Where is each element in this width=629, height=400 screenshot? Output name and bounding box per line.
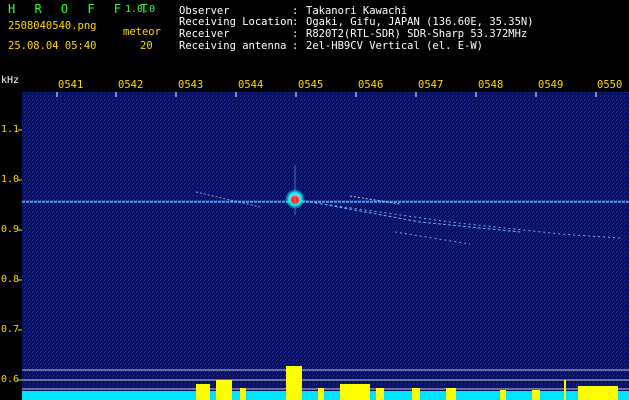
info-separator: :	[292, 5, 299, 17]
image-filename: 2508040540.png	[8, 20, 97, 32]
spectrogram	[18, 92, 629, 400]
info-key-antenna: Receiving antenna	[179, 40, 287, 52]
y-axis-unit: kHz	[1, 75, 20, 86]
freq-tick-label: 1.1	[1, 124, 20, 135]
time-tick-label: 0544	[238, 79, 264, 91]
freq-tick-label: 0.9	[1, 224, 20, 235]
info-value-observer: Takanori Kawachi	[306, 5, 408, 17]
freq-tick-label: 0.8	[1, 274, 20, 285]
freq-tick-label: 1.0	[1, 174, 20, 185]
info-separator: :	[292, 28, 299, 40]
time-tick-label: 0546	[358, 79, 384, 91]
info-separator: :	[292, 40, 299, 52]
time-tick-label: 0549	[538, 79, 564, 91]
info-key-receiver: Receiver	[179, 28, 230, 40]
time-tick-label: 0550	[597, 79, 623, 91]
info-separator: :	[292, 16, 299, 28]
timestamp: 25.08.04 05:40	[8, 40, 97, 52]
info-value-antenna: 2el-HB9CV Vertical (el. E-W)	[306, 40, 484, 52]
spectrogram-background	[22, 92, 629, 400]
info-key-observer: Observer	[179, 5, 230, 17]
time-tick-label: 0547	[418, 79, 444, 91]
time-tick-label: 0541	[58, 79, 84, 91]
freq-tick-label: 0.6	[1, 374, 20, 385]
freq-tick-label: 0.7	[1, 324, 20, 335]
mode-label: meteor	[123, 26, 161, 38]
info-value-receiver: R820T2(RTL-SDR) SDR-Sharp 53.372MHz	[306, 28, 528, 40]
time-tick-label: 0542	[118, 79, 144, 91]
time-tick-label: 0548	[478, 79, 504, 91]
time-tick-label: 0543	[178, 79, 204, 91]
info-value-location: Ogaki, Gifu, JAPAN (136.60E, 35.35N)	[306, 16, 534, 28]
app-version: 1.0.0	[125, 4, 156, 15]
echo-count: 20	[140, 40, 153, 52]
time-tick-label: 0545	[298, 79, 324, 91]
freq-tick-marks	[18, 129, 22, 381]
info-key-location: Receiving Location	[179, 16, 293, 28]
